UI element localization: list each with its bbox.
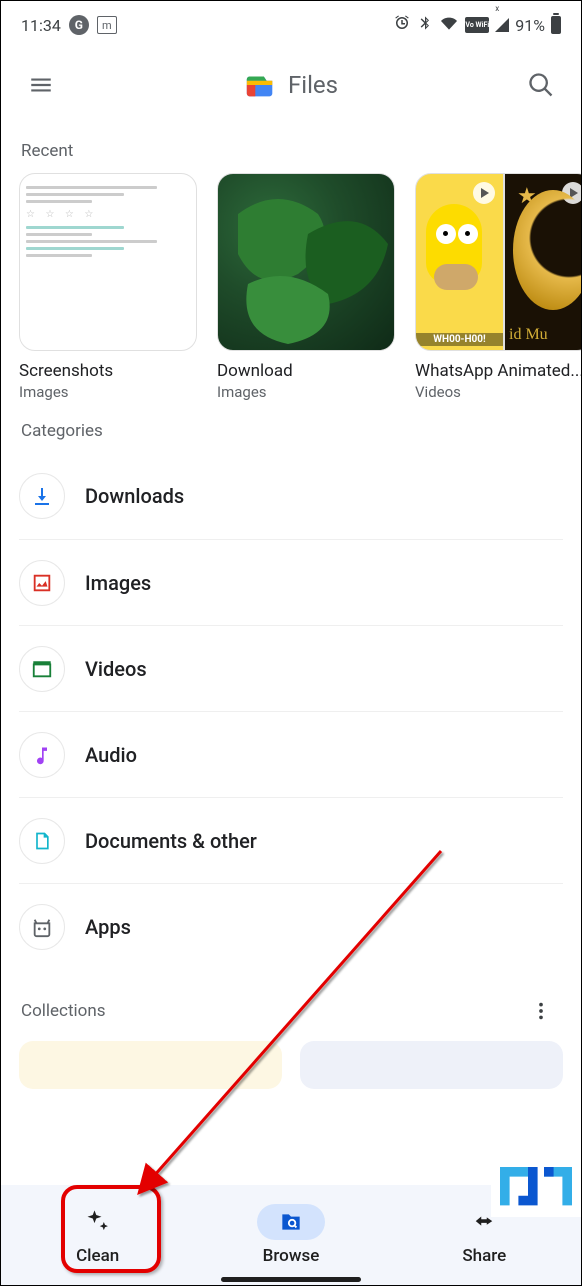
collections-section-title: Collections: [21, 1001, 106, 1021]
nav-label: Browse: [263, 1246, 320, 1266]
more-vert-icon: [530, 1000, 552, 1022]
alarm-icon: [393, 14, 411, 36]
recent-label: WhatsApp Animated...: [415, 361, 581, 381]
menu-button[interactable]: [21, 65, 61, 105]
play-icon: [473, 182, 495, 204]
category-label: Audio: [85, 743, 137, 767]
app-title: Files: [288, 71, 338, 99]
recent-sublabel: Videos: [415, 383, 581, 401]
gif-caption: WH00-H00!: [416, 333, 503, 346]
recent-thumb: ☆ ☆ ☆ ☆: [19, 173, 197, 351]
gesture-bar: [221, 1277, 361, 1282]
watermark: [491, 1157, 581, 1217]
status-time: 11:34: [21, 16, 61, 35]
battery-icon: [551, 16, 561, 34]
recent-label: Screenshots: [19, 361, 197, 381]
gif-caption: id Mu: [509, 326, 548, 344]
document-icon: [19, 818, 65, 864]
category-images[interactable]: Images: [19, 539, 563, 625]
files-logo-icon: [244, 68, 278, 102]
m-status-icon: m: [97, 16, 117, 34]
search-button[interactable]: [521, 65, 561, 105]
status-left: 11:34 G m: [21, 15, 117, 35]
category-label: Videos: [85, 657, 147, 681]
video-icon: [19, 646, 65, 692]
recent-row: ☆ ☆ ☆ ☆ Screenshots Images Download Imag…: [1, 173, 581, 401]
apps-icon: [19, 904, 65, 950]
category-label: Images: [85, 571, 151, 595]
collection-card[interactable]: [300, 1041, 563, 1089]
nav-browse[interactable]: Browse: [257, 1204, 325, 1266]
recent-item-whatsapp[interactable]: WH00-H00! ★ id Mu WhatsApp Animated... V…: [415, 173, 581, 401]
vowifi-badge: Vo WiFi: [465, 17, 489, 33]
folder-search-icon: [277, 1209, 305, 1235]
category-downloads[interactable]: Downloads: [19, 453, 563, 539]
category-videos[interactable]: Videos: [19, 625, 563, 711]
recent-sublabel: Images: [19, 383, 197, 401]
nav-clean[interactable]: Clean: [64, 1204, 132, 1266]
google-status-icon: G: [69, 15, 89, 35]
status-bar: 11:34 G m Vo WiFi x 91%: [1, 1, 581, 49]
hamburger-icon: [28, 72, 54, 98]
app-title-wrap: Files: [244, 68, 338, 102]
recent-label: Download: [217, 361, 395, 381]
category-label: Documents & other: [85, 829, 257, 853]
recent-section-title: Recent: [1, 121, 581, 173]
bluetooth-icon: [417, 14, 433, 36]
category-apps[interactable]: Apps: [19, 883, 563, 969]
image-icon: [19, 560, 65, 606]
recent-item-download[interactable]: Download Images: [217, 173, 395, 401]
signal-icon: x: [495, 18, 509, 32]
category-label: Apps: [85, 915, 131, 939]
category-documents[interactable]: Documents & other: [19, 797, 563, 883]
app-header: Files: [1, 49, 581, 121]
recent-thumb-split: WH00-H00! ★ id Mu: [415, 173, 581, 351]
categories-section-title: Categories: [1, 401, 581, 453]
search-icon: [527, 71, 555, 99]
sparkle-icon: [84, 1208, 112, 1236]
category-audio[interactable]: Audio: [19, 711, 563, 797]
collections-row: [1, 1041, 581, 1089]
category-label: Downloads: [85, 484, 184, 508]
nav-label: Share: [462, 1246, 506, 1266]
wifi-icon: [439, 15, 459, 35]
collections-more-button[interactable]: [521, 991, 561, 1031]
categories-list: Downloads Images Videos Audio Documents …: [1, 453, 581, 969]
collection-card[interactable]: [19, 1041, 282, 1089]
recent-item-screenshots[interactable]: ☆ ☆ ☆ ☆ Screenshots Images: [19, 173, 197, 401]
nav-label: Clean: [76, 1246, 119, 1266]
recent-thumb: [217, 173, 395, 351]
recent-sublabel: Images: [217, 383, 395, 401]
audio-icon: [19, 732, 65, 778]
download-icon: [19, 473, 65, 519]
collections-header: Collections: [1, 969, 581, 1041]
status-right: Vo WiFi x 91%: [393, 14, 561, 36]
battery-percent: 91%: [515, 16, 545, 35]
